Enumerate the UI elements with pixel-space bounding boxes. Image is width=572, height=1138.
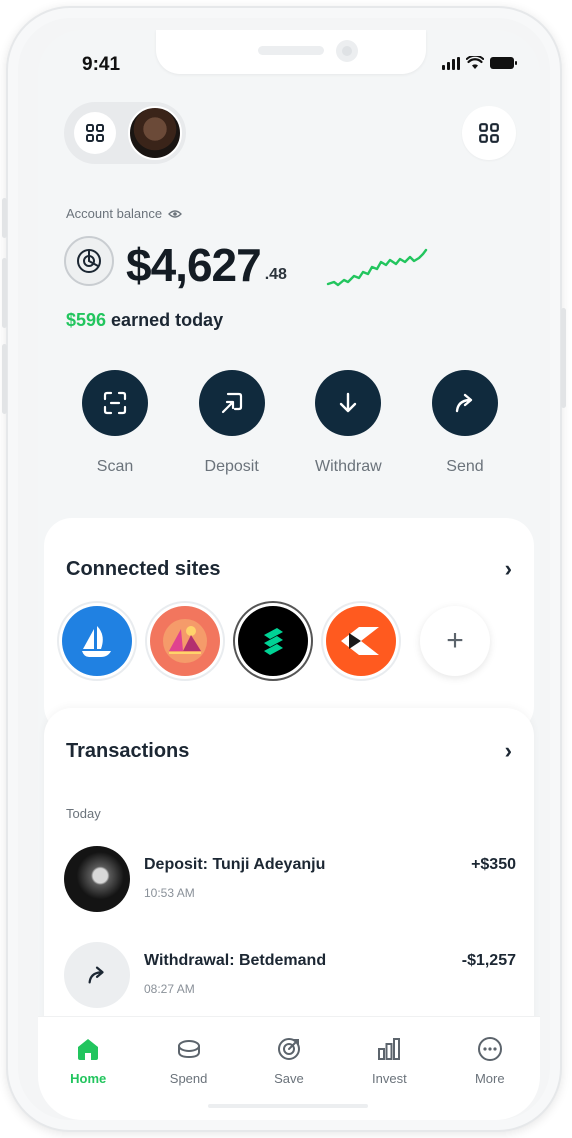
tab-label: Spend [169, 1071, 208, 1086]
earned-text: earned today [106, 310, 224, 330]
transaction-title: Deposit: Tunji Adeyanju [144, 856, 326, 873]
power-button [561, 308, 566, 408]
transaction-amount: +$350 [471, 856, 516, 873]
transactions-title: Transactions [66, 740, 190, 762]
balance-label-text: Account balance [66, 206, 163, 221]
tab-more[interactable]: More [450, 1035, 530, 1120]
status-icons [442, 56, 517, 70]
tab-label: Home [70, 1071, 107, 1086]
transaction-time: 10:53 AM [144, 886, 195, 900]
mintable-icon[interactable] [150, 606, 220, 676]
coin-icon [64, 236, 114, 286]
status-time: 9:41 [82, 54, 121, 75]
speaker [258, 46, 324, 55]
wifi-icon [466, 56, 484, 69]
tab-label: Invest [372, 1071, 407, 1086]
sites-list: + [62, 606, 490, 676]
transaction-row[interactable]: Deposit: Tunji Adeyanju 10:53 AM +$350 [64, 846, 516, 916]
deposit-label: Deposit [204, 458, 259, 475]
transaction-time: 08:27 AM [144, 982, 195, 996]
transactions-card: Transactions › Today Deposit: Tunji Adey… [44, 708, 534, 1048]
home-indicator [208, 1104, 368, 1108]
share-arrow-icon [64, 942, 130, 1008]
group-label: Today [66, 806, 101, 821]
transaction-title: Withdrawal: Betdemand [144, 952, 327, 969]
balance-amount: $4,627 [126, 239, 262, 291]
chevron-right-icon[interactable]: › [505, 556, 512, 582]
profile-switcher[interactable] [64, 102, 186, 164]
volume-down-button [2, 344, 7, 414]
target-icon [277, 1038, 300, 1060]
quick-actions: Scan Deposit Withdraw Send [60, 370, 520, 476]
opensea-icon[interactable] [62, 606, 132, 676]
balance-trend-sparkline [326, 248, 428, 287]
tab-home[interactable]: Home [48, 1035, 128, 1120]
phone-frame: 9:41 Account balance $4,627 .48 $596 ear… [2, 6, 566, 1132]
camera [336, 40, 358, 62]
tab-label: Save [274, 1071, 304, 1086]
balance-cents: .48 [264, 266, 287, 283]
deposit-icon[interactable] [198, 370, 265, 436]
coin-stack-icon [177, 1040, 200, 1059]
fire-play-icon[interactable] [326, 606, 396, 676]
connected-sites-card: Connected sites › + [44, 518, 534, 734]
scan-icon[interactable] [82, 370, 148, 436]
grid-icon[interactable] [74, 112, 116, 154]
battery-icon [490, 57, 517, 69]
send-label: Send [446, 458, 484, 475]
earned-today: $596 earned today [66, 310, 223, 331]
bar-chart-icon [378, 1038, 401, 1060]
mute-switch [2, 198, 7, 238]
chevron-right-icon[interactable]: › [505, 738, 512, 764]
eye-icon[interactable] [168, 209, 183, 219]
qr-grid-icon[interactable] [462, 106, 516, 160]
balance-label: Account balance [66, 206, 183, 221]
compound-icon[interactable] [238, 606, 308, 676]
transaction-amount: -$1,257 [461, 952, 516, 969]
app-screen: 9:41 Account balance $4,627 .48 $596 ear… [38, 30, 540, 1120]
send-button[interactable]: Send [410, 370, 520, 476]
home-icon [78, 1039, 99, 1060]
more-icon [477, 1037, 502, 1061]
signal-icon [442, 56, 460, 70]
volume-up-button [2, 258, 7, 328]
arrow-down-icon[interactable] [315, 370, 382, 436]
scan-label: Scan [96, 458, 134, 475]
avatar[interactable] [128, 106, 182, 160]
transaction-row[interactable]: Withdrawal: Betdemand 08:27 AM -$1,257 [64, 942, 516, 1012]
balance-row: $4,627 .48 [64, 236, 287, 288]
connected-sites-title: Connected sites [66, 558, 221, 580]
notch [156, 30, 426, 74]
withdraw-button[interactable]: Withdraw [293, 370, 403, 476]
tab-label: More [474, 1071, 505, 1086]
add-site-button[interactable]: + [420, 606, 490, 676]
scan-button[interactable]: Scan [60, 370, 170, 476]
deposit-button[interactable]: Deposit [177, 370, 287, 476]
earned-amount: $596 [66, 310, 107, 330]
share-arrow-icon[interactable] [431, 370, 498, 436]
withdraw-label: Withdraw [314, 458, 382, 475]
avatar [64, 846, 130, 912]
